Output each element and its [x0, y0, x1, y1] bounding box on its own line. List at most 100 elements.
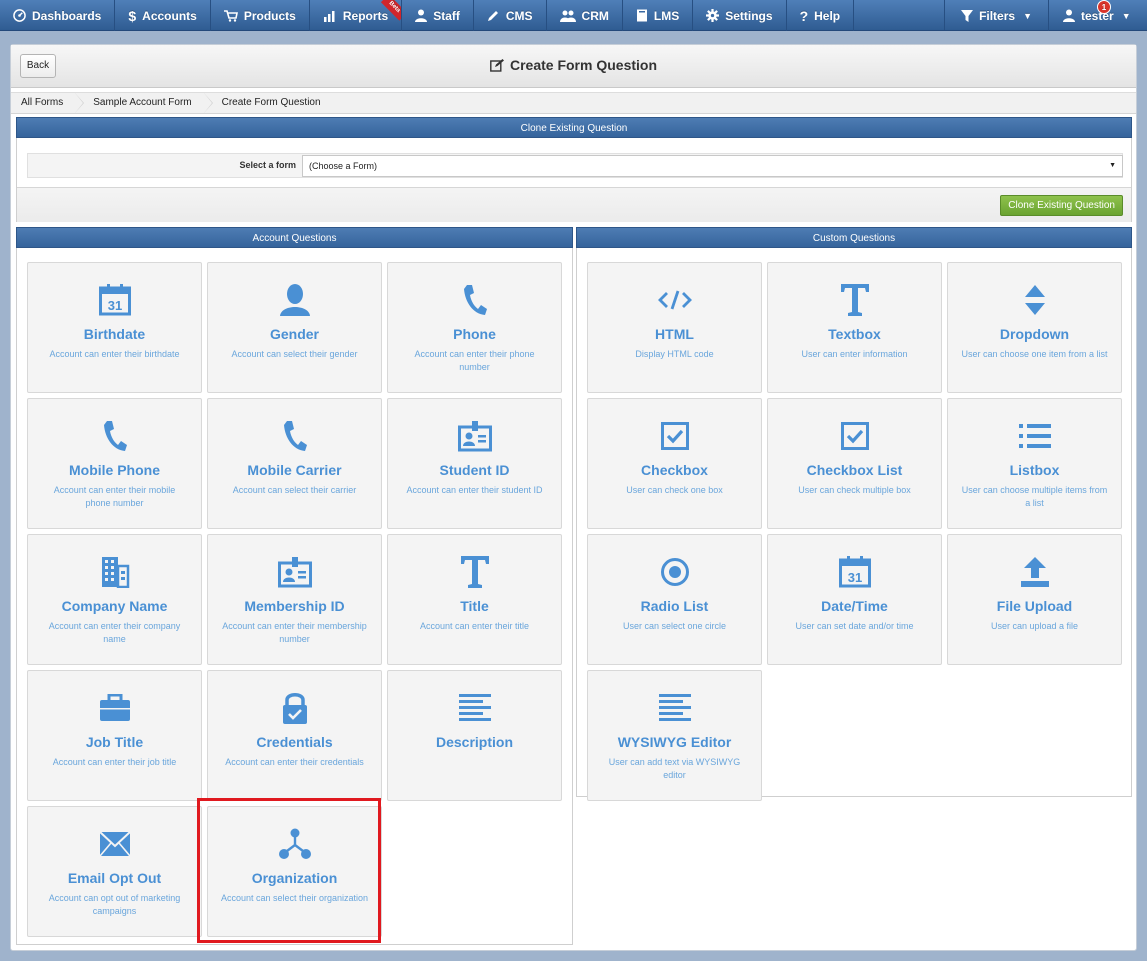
- question-card-gender[interactable]: Gender Account can select their gender: [207, 262, 382, 393]
- question-card-email-opt-out[interactable]: Email Opt Out Account can opt out of mark…: [27, 806, 202, 937]
- lock-check-icon: [208, 691, 381, 725]
- question-card-phone[interactable]: Phone Account can enter their phone numbe…: [387, 262, 562, 393]
- radio-icon: [588, 555, 761, 589]
- question-card-label: HTML: [655, 326, 694, 342]
- question-card-label: Mobile Phone: [69, 462, 160, 478]
- nav-crm[interactable]: CRM: [547, 0, 623, 31]
- users-icon: [559, 10, 576, 22]
- nav-settings[interactable]: Settings: [693, 0, 787, 31]
- nav-reports[interactable]: Reports Beta: [310, 0, 403, 31]
- nav-label: Accounts: [142, 8, 197, 23]
- nav-label: Settings: [725, 8, 773, 23]
- question-card-description: Display HTML code: [635, 349, 714, 359]
- text-t-icon: [768, 283, 941, 317]
- question-card-description: User can add text via WYSIWYG editor: [608, 757, 741, 780]
- question-card-label: Title: [460, 598, 489, 614]
- nav-products[interactable]: Products: [211, 0, 310, 31]
- question-card-description: Account can enter their student ID: [406, 485, 543, 495]
- custom-questions-section: Custom Questions HTML Display HTML code Te…: [576, 227, 1132, 801]
- svg-text:31: 31: [107, 298, 121, 313]
- question-card-label: Company Name: [61, 598, 168, 614]
- question-card-wysiwyg-editor[interactable]: WYSIWYG Editor User can add text via WYSI…: [587, 670, 762, 801]
- nav-dashboards[interactable]: Dashboards: [0, 0, 116, 31]
- question-card-checkbox-list[interactable]: Checkbox List User can check multiple box: [767, 398, 942, 529]
- nav-label: Reports: [342, 8, 389, 23]
- question-card-date-time[interactable]: 31 Date/Time User can set date and/or time: [767, 534, 942, 665]
- question-card-birthdate[interactable]: 31 Birthdate Account can enter their birth…: [27, 262, 202, 393]
- pencil-icon: [487, 9, 500, 22]
- checkbox-icon: [768, 419, 941, 453]
- id-card-icon: [208, 555, 381, 589]
- question-card-description: User can check one box: [626, 485, 723, 495]
- nav-spacer: [854, 0, 946, 30]
- question-card-label: Checkbox List: [806, 462, 903, 478]
- breadcrumb: All Forms Sample Account Form Create For…: [11, 92, 1136, 114]
- question-card-description: Account can enter their job title: [52, 757, 177, 767]
- nav-lms[interactable]: LMS: [623, 0, 694, 31]
- question-card-label: Checkbox: [641, 462, 708, 478]
- question-card-description: Account can enter their mobile phone num…: [53, 485, 176, 508]
- question-card-membership-id[interactable]: Membership ID Account can enter their mem…: [207, 534, 382, 665]
- nav-cms[interactable]: CMS: [474, 0, 547, 31]
- question-card-mobile-carrier[interactable]: Mobile Carrier Account can select their c…: [207, 398, 382, 529]
- nav-label: CMS: [505, 8, 533, 23]
- question-card-dropdown[interactable]: Dropdown User can choose one item from a …: [947, 262, 1122, 393]
- code-icon: [588, 283, 761, 317]
- question-card-listbox[interactable]: Listbox User can choose multiple items fr…: [947, 398, 1122, 529]
- question-card-label: Job Title: [85, 734, 144, 750]
- user-menu[interactable]: 1 tester ▼: [1049, 0, 1147, 31]
- question-card-description: User can choose one item from a list: [961, 349, 1108, 359]
- question-card-description: Account can enter their phone number: [414, 349, 535, 372]
- svg-text:31: 31: [847, 570, 861, 585]
- list-icon: [948, 419, 1121, 453]
- question-card-description: Account can enter their company name: [48, 621, 181, 644]
- notification-badge[interactable]: 1: [1097, 0, 1111, 14]
- question-card-label: Credentials: [256, 734, 333, 750]
- cart-icon: [223, 9, 238, 22]
- page-title: Create Form Question: [11, 57, 1136, 75]
- filters-menu[interactable]: Filters ▼: [945, 0, 1049, 31]
- breadcrumb-form[interactable]: Sample Account Form: [75, 93, 214, 113]
- nav-accounts[interactable]: $ Accounts: [115, 0, 211, 31]
- clone-existing-question-button[interactable]: Clone Existing Question: [1000, 195, 1123, 216]
- user-icon: [415, 9, 428, 22]
- calendar-icon: 31: [768, 555, 941, 589]
- question-card-label: Student ID: [439, 462, 510, 478]
- question-card-file-upload[interactable]: File Upload User can upload a file: [947, 534, 1122, 665]
- question-card-radio-list[interactable]: Radio List User can select one circle: [587, 534, 762, 665]
- question-card-html[interactable]: HTML Display HTML code: [587, 262, 762, 393]
- breadcrumb-all-forms[interactable]: All Forms: [11, 93, 85, 113]
- organization-highlight-box: [197, 798, 381, 943]
- dashboard-icon: [13, 9, 26, 22]
- select-form-dropdown[interactable]: (Choose a Form) ▼: [302, 155, 1123, 177]
- checkbox-icon: [588, 419, 761, 453]
- question-card-company-name[interactable]: Company Name Account can enter their comp…: [27, 534, 202, 665]
- clone-section: Clone Existing Question Select a form (C…: [16, 117, 1132, 222]
- bar-chart-icon: [323, 10, 337, 22]
- question-card-label: Listbox: [1009, 462, 1060, 478]
- question-card-credentials[interactable]: Credentials Account can enter their crede…: [207, 670, 382, 801]
- question-card-description: User can choose multiple items from a li…: [961, 485, 1108, 508]
- question-card-mobile-phone[interactable]: Mobile Phone Account can enter their mobi…: [27, 398, 202, 529]
- question-card-textbox[interactable]: Textbox User can enter information: [767, 262, 942, 393]
- question-card-job-title[interactable]: Job Title Account can enter their job tit…: [27, 670, 202, 801]
- breadcrumb-current: Create Form Question: [203, 93, 333, 113]
- nav-label: Products: [243, 8, 296, 23]
- question-card-description[interactable]: Description: [387, 670, 562, 801]
- question-card-label: Birthdate: [83, 326, 146, 342]
- question-card-student-id[interactable]: Student ID Account can enter their studen…: [387, 398, 562, 529]
- envelope-icon: [28, 827, 201, 861]
- chevron-down-icon: ▼: [1109, 162, 1116, 169]
- nav-help[interactable]: ? Help: [787, 0, 855, 31]
- nav-label: Staff: [433, 8, 460, 23]
- question-card-label: Membership ID: [244, 598, 345, 614]
- question-card-description: Account can enter their title: [419, 621, 530, 631]
- select-form-label: Select a form: [239, 160, 296, 170]
- question-card-checkbox[interactable]: Checkbox User can check one box: [587, 398, 762, 529]
- question-card-title[interactable]: Title Account can enter their title: [387, 534, 562, 665]
- custom-questions-heading: Custom Questions: [576, 227, 1132, 248]
- id-card-icon: [388, 419, 561, 453]
- nav-label: LMS: [653, 8, 680, 23]
- align-left-icon: [588, 691, 761, 725]
- nav-staff[interactable]: Staff: [402, 0, 474, 31]
